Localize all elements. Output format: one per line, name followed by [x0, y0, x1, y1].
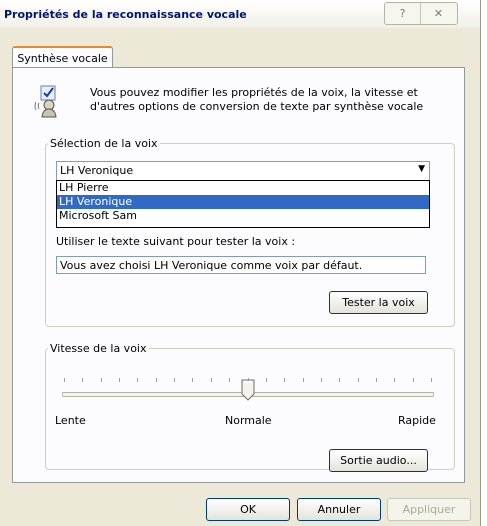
title-buttons: ? ✕	[384, 2, 458, 25]
cancel-button[interactable]: Annuler	[297, 498, 381, 521]
title-bar[interactable]: Propriétés de la reconnaissance vocale ?…	[0, 0, 480, 28]
speed-label-normal: Normale	[225, 414, 272, 427]
tab-label: Synthèse vocale	[17, 51, 108, 65]
slider-tick	[284, 378, 285, 382]
help-icon: ?	[399, 7, 406, 20]
voice-select-value: LH Veronique	[60, 164, 134, 177]
voice-dropdown-list: LH Pierre LH Veronique Microsoft Sam	[56, 180, 430, 228]
slider-tick	[192, 378, 193, 382]
voice-selection-legend: Sélection de la voix	[50, 137, 158, 150]
slider-tick	[211, 378, 212, 382]
speech-properties-icon	[34, 85, 57, 118]
intro-text: Vous pouvez modifier les propriétés de l…	[90, 86, 424, 113]
slider-tick	[156, 378, 157, 382]
speed-label-slow: Lente	[55, 414, 86, 427]
speed-label-fast: Rapide	[398, 414, 436, 427]
slider-tick	[413, 378, 414, 382]
slider-tick	[229, 378, 230, 382]
slider-tick	[358, 378, 359, 382]
slider-tick	[431, 378, 432, 382]
chevron-down-icon[interactable]: ▼	[418, 164, 425, 174]
test-voice-button[interactable]: Tester la voix	[329, 291, 428, 314]
slider-tick	[174, 378, 175, 382]
slider-tick	[82, 378, 83, 382]
audio-output-button[interactable]: Sortie audio...	[329, 449, 428, 472]
close-icon: ✕	[433, 7, 444, 20]
slider-tick	[376, 378, 377, 382]
slider-tick	[266, 378, 267, 382]
help-button[interactable]: ?	[385, 3, 421, 24]
window-title: Propriétés de la reconnaissance vocale	[4, 8, 247, 21]
slider-tick	[137, 378, 138, 382]
speed-slider-thumb[interactable]	[241, 379, 255, 401]
test-text-label: Utiliser le texte suivant pour tester la…	[56, 235, 296, 248]
ok-button[interactable]: OK	[206, 498, 290, 521]
voice-option-lh-pierre[interactable]: LH Pierre	[57, 181, 429, 195]
test-text-input[interactable]	[56, 256, 426, 274]
voice-speed-legend: Vitesse de la voix	[50, 342, 147, 355]
tab-synthese-vocale[interactable]: Synthèse vocale	[12, 46, 113, 68]
close-button[interactable]: ✕	[421, 3, 456, 24]
slider-tick	[303, 378, 304, 382]
slider-tick	[119, 378, 120, 382]
apply-button[interactable]: Appliquer	[387, 498, 471, 521]
dialog-window: Propriétés de la reconnaissance vocale ?…	[0, 0, 481, 526]
slider-tick	[339, 378, 340, 382]
slider-tick	[394, 378, 395, 382]
slider-tick	[101, 378, 102, 382]
slider-tick	[64, 378, 65, 382]
voice-option-microsoft-sam[interactable]: Microsoft Sam	[57, 209, 429, 223]
voice-option-lh-veronique[interactable]: LH Veronique	[57, 195, 429, 209]
slider-tick	[321, 378, 322, 382]
voice-select[interactable]: LH Veronique ▼	[56, 161, 430, 181]
